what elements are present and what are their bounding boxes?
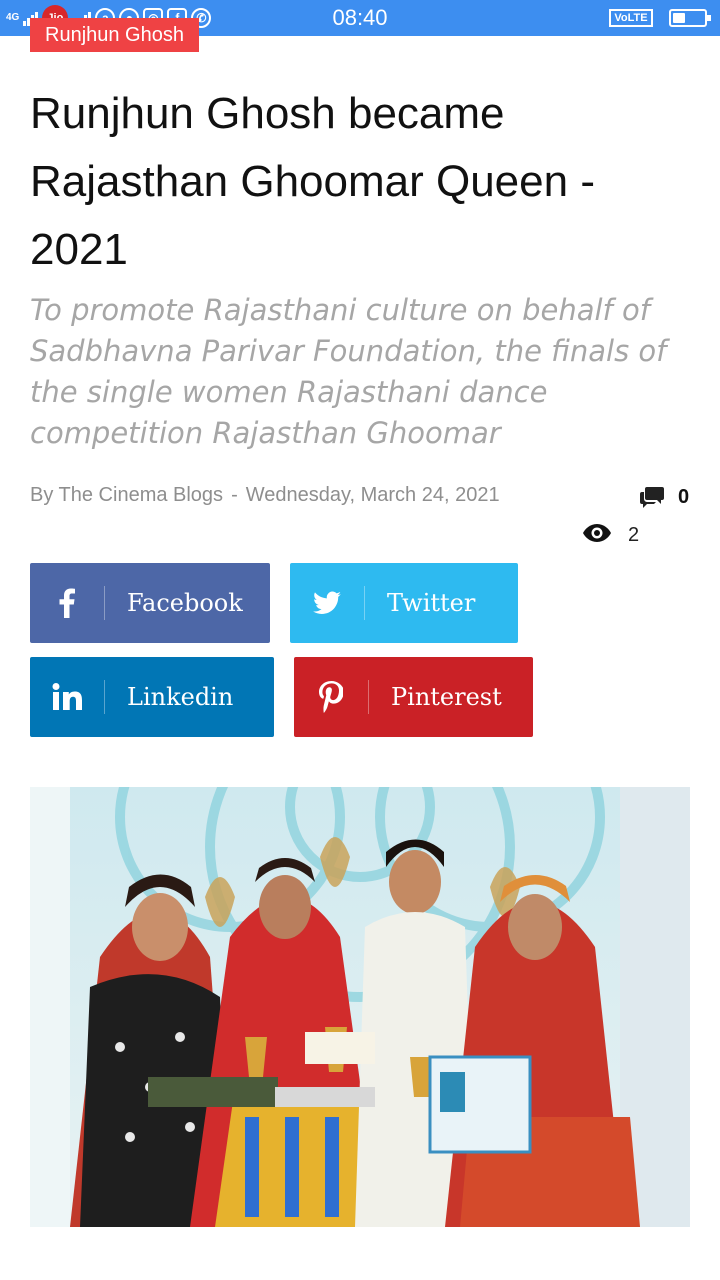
view-counter: 2	[582, 522, 639, 549]
view-count: 2	[628, 524, 640, 546]
pinterest-label: Pinterest	[391, 683, 502, 711]
facebook-icon	[30, 586, 104, 620]
volte-indicator: VoLTE	[609, 9, 653, 27]
facebook-label: Facebook	[127, 589, 243, 617]
meta-separator: -	[231, 484, 238, 506]
linkedin-label: Linkedin	[127, 683, 234, 711]
battery-icon	[669, 9, 711, 27]
category-label[interactable]: Runjhun Ghosh	[30, 18, 199, 52]
linkedin-icon	[30, 680, 104, 714]
comment-counter[interactable]: 0	[640, 486, 689, 509]
twitter-bird-icon	[290, 586, 364, 620]
facebook-share-button[interactable]: Facebook	[30, 563, 270, 643]
article-meta: By The Cinema Blogs - Wednesday, March 24,…	[30, 484, 500, 507]
twitter-label: Twitter	[387, 589, 476, 617]
article-title: Runjhun Ghosh became Rajasthan Ghoomar Q…	[30, 89, 595, 274]
battery-fill	[673, 13, 685, 23]
eye-icon	[582, 522, 612, 549]
pinterest-share-button[interactable]: Pinterest	[294, 657, 533, 737]
twitter-share-button[interactable]: Twitter	[290, 563, 518, 643]
comment-count: 0	[678, 486, 690, 508]
author-link[interactable]: By The Cinema Blogs	[30, 484, 223, 506]
publish-date: Wednesday, March 24, 2021	[245, 484, 500, 506]
pinterest-icon	[294, 680, 368, 714]
linkedin-share-button[interactable]: Linkedin	[30, 657, 274, 737]
article-photo[interactable]	[30, 787, 690, 1227]
article-subtitle: To promote Rajasthani culture on behalf …	[30, 293, 667, 450]
comment-bubbles-icon	[640, 486, 664, 509]
